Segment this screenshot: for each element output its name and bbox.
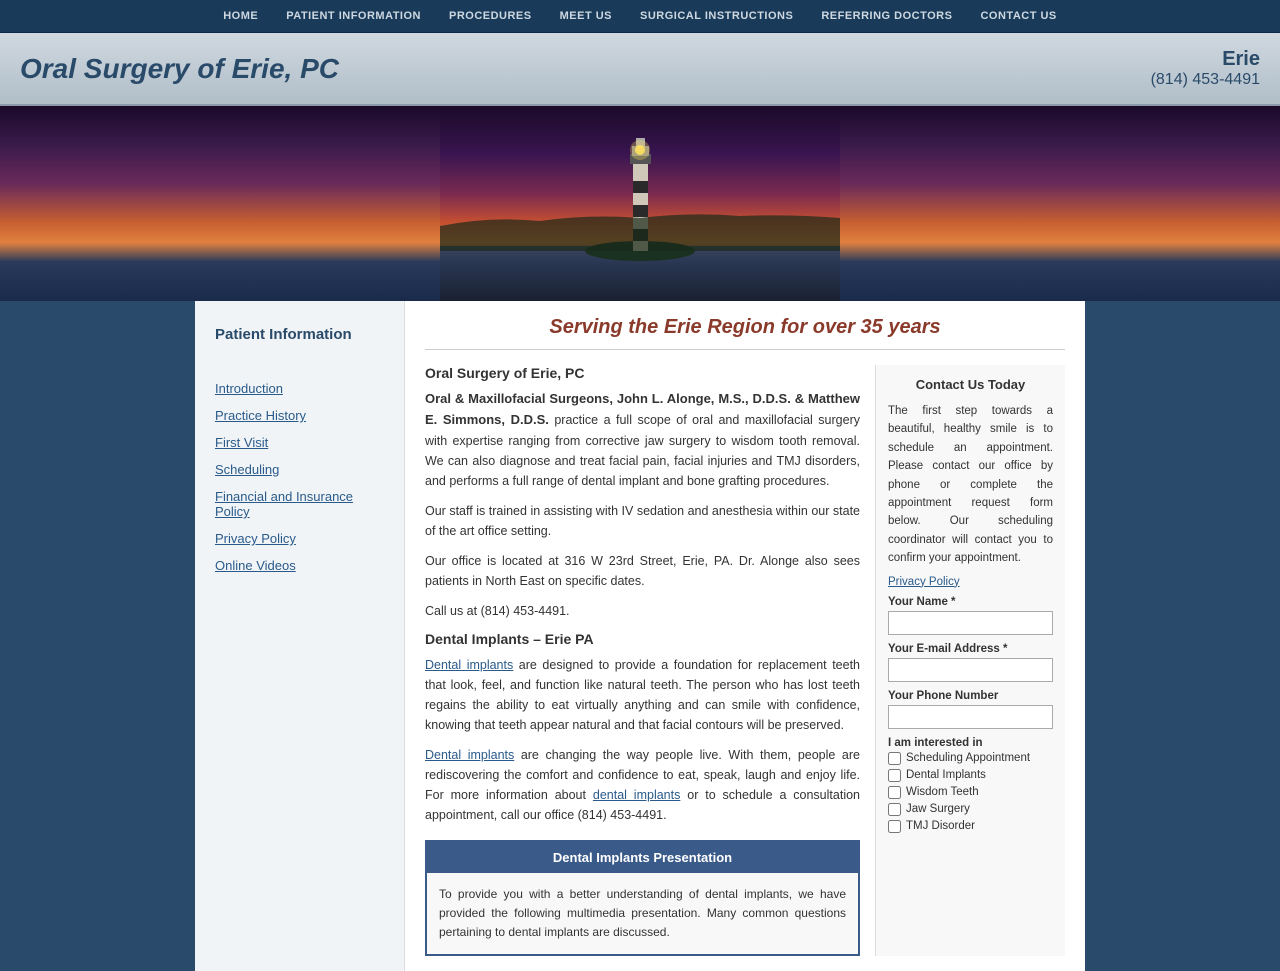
hero-banner bbox=[0, 106, 1280, 301]
header-city: Erie bbox=[1151, 48, 1260, 71]
dental-implants-link-3[interactable]: dental implants bbox=[593, 788, 680, 802]
sidebar-link-scheduling[interactable]: Scheduling bbox=[195, 456, 404, 483]
sidebar-link-financial-policy[interactable]: Financial and Insurance Policy bbox=[195, 483, 404, 525]
location-para: Our office is located at 316 W 23rd Stre… bbox=[425, 551, 860, 591]
nav-meet-us[interactable]: MEET US bbox=[546, 10, 626, 22]
email-input[interactable] bbox=[888, 658, 1053, 682]
sidebar: Patient Information Introduction Practic… bbox=[195, 301, 405, 971]
main-content: Serving the Erie Region for over 35 year… bbox=[405, 301, 1085, 971]
checkbox-wisdom-teeth-label: Wisdom Teeth bbox=[906, 786, 979, 798]
checkbox-tmj-disorder-input[interactable] bbox=[888, 820, 901, 833]
page-heading: Serving the Erie Region for over 35 year… bbox=[425, 316, 1065, 350]
email-label: Your E-mail Address * bbox=[888, 643, 1053, 655]
hero-lighthouse-illustration bbox=[440, 106, 840, 301]
checkbox-dental-implants-input[interactable] bbox=[888, 769, 901, 782]
phone-input[interactable] bbox=[888, 705, 1053, 729]
contact-form-description: The first step towards a beautiful, heal… bbox=[888, 402, 1053, 568]
implants-box-header: Dental Implants Presentation bbox=[427, 842, 858, 873]
implants-presentation-box: Dental Implants Presentation To provide … bbox=[425, 840, 860, 957]
checkbox-dental-implants-label: Dental Implants bbox=[906, 769, 986, 781]
nav-patient-information[interactable]: PATIENT INFORMATION bbox=[272, 10, 435, 22]
checkbox-wisdom-teeth-input[interactable] bbox=[888, 786, 901, 799]
phone-para: Call us at (814) 453-4491. bbox=[425, 601, 860, 621]
staff-para: Our staff is trained in assisting with I… bbox=[425, 501, 860, 541]
checkbox-tmj-disorder: TMJ Disorder bbox=[888, 820, 1053, 833]
contact-form-heading: Contact Us Today bbox=[888, 377, 1053, 392]
nav-home[interactable]: HOME bbox=[209, 10, 272, 22]
implants-heading: Dental Implants – Erie PA bbox=[425, 631, 860, 647]
sidebar-title: Patient Information bbox=[195, 316, 404, 358]
sidebar-link-online-videos[interactable]: Online Videos bbox=[195, 552, 404, 579]
sidebar-link-practice-history[interactable]: Practice History bbox=[195, 402, 404, 429]
dental-implants-link-2[interactable]: Dental implants bbox=[425, 748, 514, 762]
sidebar-link-first-visit[interactable]: First Visit bbox=[195, 429, 404, 456]
site-header: Oral Surgery of Erie, PC Erie (814) 453-… bbox=[0, 33, 1280, 106]
name-label: Your Name * bbox=[888, 596, 1053, 608]
name-input[interactable] bbox=[888, 611, 1053, 635]
phone-label: Your Phone Number bbox=[888, 690, 1053, 702]
checkbox-tmj-disorder-label: TMJ Disorder bbox=[906, 820, 975, 832]
contact-privacy-link[interactable]: Privacy Policy bbox=[888, 576, 1053, 588]
checkbox-jaw-surgery-label: Jaw Surgery bbox=[906, 803, 970, 815]
checkbox-scheduling: Scheduling Appointment bbox=[888, 752, 1053, 765]
checkbox-wisdom-teeth: Wisdom Teeth bbox=[888, 786, 1053, 799]
nav-contact-us[interactable]: CONTACT US bbox=[966, 10, 1070, 22]
checkbox-jaw-surgery: Jaw Surgery bbox=[888, 803, 1053, 816]
sidebar-link-introduction[interactable]: Introduction bbox=[195, 375, 404, 402]
implants-box-body: To provide you with a better understandi… bbox=[427, 873, 858, 955]
checkbox-jaw-surgery-input[interactable] bbox=[888, 803, 901, 816]
dental-implants-link-1[interactable]: Dental implants bbox=[425, 658, 513, 672]
sidebar-divider bbox=[210, 363, 389, 365]
header-phone: (814) 453-4491 bbox=[1151, 71, 1260, 89]
contact-sidebar: Contact Us Today The first step towards … bbox=[875, 365, 1065, 956]
checkbox-scheduling-label: Scheduling Appointment bbox=[906, 752, 1030, 764]
interested-label: I am interested in bbox=[888, 737, 1053, 749]
nav-procedures[interactable]: PROCEDURES bbox=[435, 10, 546, 22]
nav-referring-doctors[interactable]: REFERRING DOCTORS bbox=[807, 10, 966, 22]
top-navigation: HOME PATIENT INFORMATION PROCEDURES MEET… bbox=[0, 0, 1280, 33]
header-contact: Erie (814) 453-4491 bbox=[1151, 48, 1260, 89]
checkbox-dental-implants: Dental Implants bbox=[888, 769, 1053, 782]
sidebar-link-privacy-policy[interactable]: Privacy Policy bbox=[195, 525, 404, 552]
nav-surgical-instructions[interactable]: SURGICAL INSTRUCTIONS bbox=[626, 10, 807, 22]
site-title: Oral Surgery of Erie, PC bbox=[20, 53, 339, 85]
clinic-name-heading: Oral Surgery of Erie, PC bbox=[425, 365, 860, 381]
checkbox-scheduling-input[interactable] bbox=[888, 752, 901, 765]
